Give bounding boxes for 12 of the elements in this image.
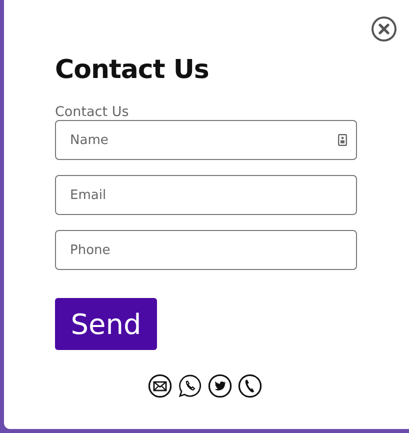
bird-icon[interactable] — [208, 374, 232, 398]
dialog-title: Contact Us — [55, 54, 210, 87]
send-button[interactable]: Send — [55, 298, 157, 350]
form-label: Contact Us — [55, 104, 130, 120]
phone-icon[interactable] — [238, 374, 262, 398]
input-field[interactable]: Name — [55, 120, 357, 160]
close-icon[interactable] — [371, 16, 397, 42]
envelope-icon[interactable] — [148, 374, 172, 398]
input-field[interactable]: Phone — [55, 230, 357, 270]
chat-phone-icon[interactable] — [178, 374, 202, 398]
input-field[interactable]: Email — [55, 175, 357, 215]
contact-card-icon[interactable] — [338, 134, 347, 146]
